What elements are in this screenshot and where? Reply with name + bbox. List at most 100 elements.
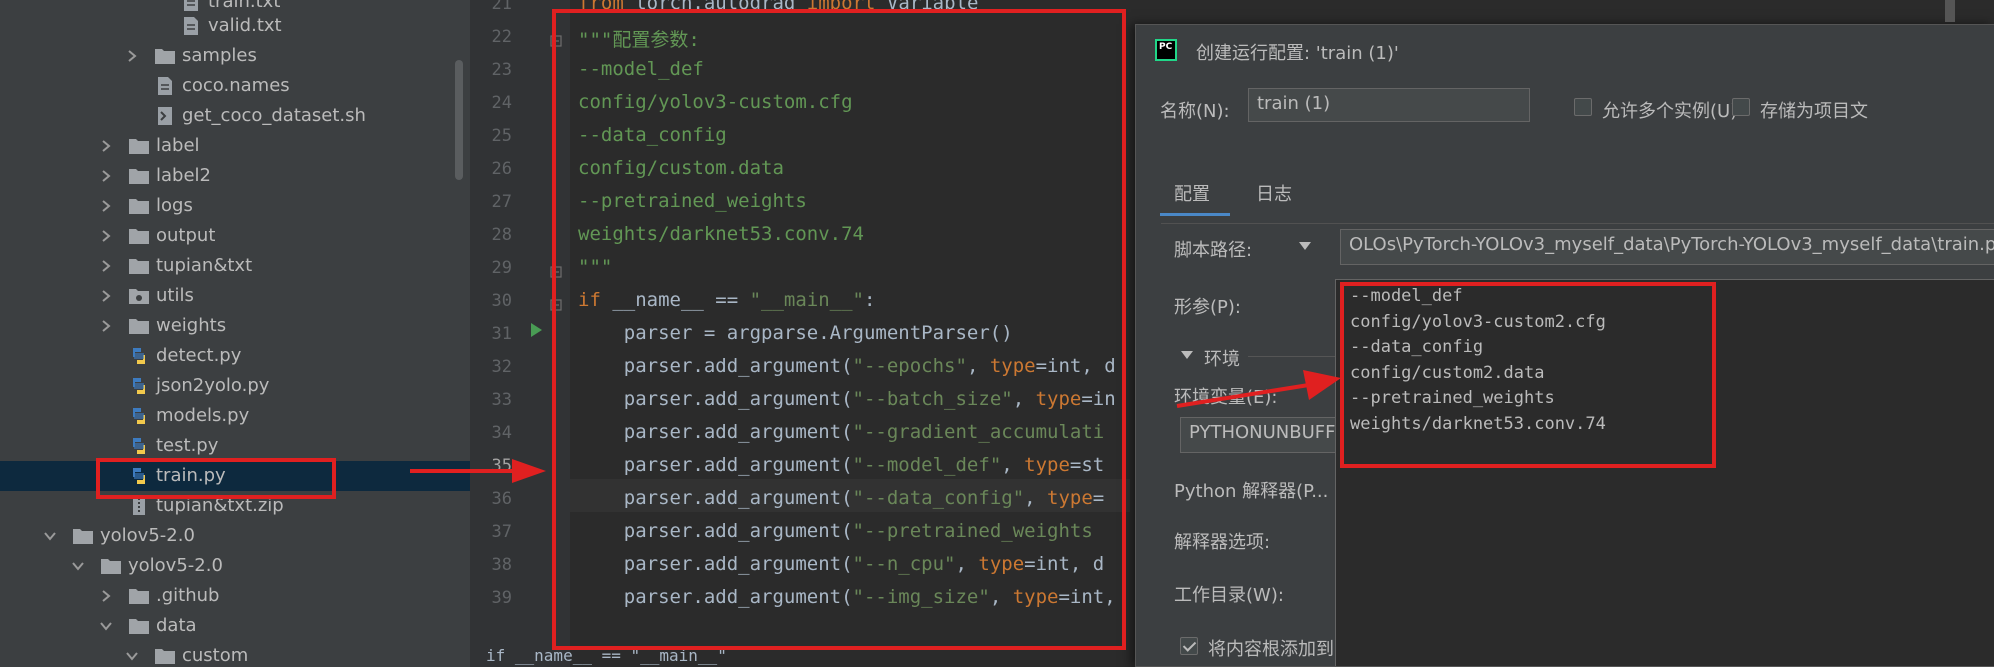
python-file-icon <box>128 405 150 427</box>
tree-file-item[interactable]: get_coco_dataset.sh <box>0 101 470 131</box>
tab-configuration[interactable]: 配置 <box>1174 180 1210 206</box>
tree-item-label: data <box>156 615 197 636</box>
line-number: 29 <box>491 258 512 278</box>
tree-file-item[interactable]: models.py <box>0 401 470 431</box>
tree-file-item[interactable]: coco.names <box>0 71 470 101</box>
tree-item-label: tupian&txt <box>156 255 253 276</box>
name-input[interactable]: train (1) <box>1248 88 1530 122</box>
line-number: 25 <box>491 126 512 146</box>
tree-item-label: yolov5-2.0 <box>128 555 223 576</box>
chevron-right-icon[interactable] <box>100 140 112 152</box>
tree-folder-item[interactable]: logs <box>0 191 470 221</box>
annotation-arrow-right <box>410 459 546 483</box>
folder-icon <box>154 45 176 67</box>
python-file-icon <box>128 375 150 397</box>
line-number: 32 <box>491 357 512 377</box>
script-path-input[interactable]: OLOs\PyTorch-YOLOv3_myself_data\PyTorch-… <box>1340 229 1994 265</box>
allow-parallel-checkbox[interactable] <box>1574 98 1592 116</box>
tree-item-label: coco.names <box>182 75 290 96</box>
run-gutter-icon[interactable] <box>528 322 544 338</box>
line-number: 24 <box>491 93 512 113</box>
tree-file-item[interactable]: test.py <box>0 431 470 461</box>
interpreter-label: Python 解释器(P... <box>1174 481 1329 502</box>
chevron-right-icon[interactable] <box>100 230 112 242</box>
line-number: 31 <box>491 324 512 344</box>
chevron-right-icon[interactable] <box>100 290 112 302</box>
text-file-icon <box>180 15 202 37</box>
line-number: 36 <box>491 489 512 509</box>
tree-folder-item[interactable]: samples <box>0 41 470 71</box>
add-content-roots-label: 将内容根添加到 <box>1208 639 1334 660</box>
tree-item-label: custom <box>182 645 249 666</box>
allow-parallel-label: 允许多个实例(U) <box>1602 101 1738 122</box>
tab-logs[interactable]: 日志 <box>1256 180 1292 206</box>
package-folder-icon <box>128 285 150 307</box>
parameters-label: 形参(P): <box>1174 297 1241 318</box>
chevron-right-icon[interactable] <box>100 200 112 212</box>
folder-icon <box>128 135 150 157</box>
tree-item-label: models.py <box>156 405 250 426</box>
tree-item-label: detect.py <box>156 345 242 366</box>
tree-folder-item[interactable]: label2 <box>0 161 470 191</box>
chevron-down-icon[interactable] <box>1298 241 1312 251</box>
folder-icon <box>128 255 150 277</box>
tree-folder-item[interactable]: data <box>0 611 470 641</box>
tree-folder-item[interactable]: yolov5-2.0 <box>0 551 470 581</box>
tree-item-label: utils <box>156 285 194 306</box>
chevron-down-icon[interactable] <box>72 560 84 572</box>
annotation-box-train-py <box>96 458 336 499</box>
chevron-down-icon[interactable] <box>100 620 112 632</box>
tree-item-label: output <box>156 225 216 246</box>
tree-folder-item[interactable]: weights <box>0 311 470 341</box>
annotation-arrow-params <box>1176 370 1341 408</box>
env-vars-input[interactable]: PYTHONUNBUFFE <box>1180 417 1350 453</box>
chevron-right-icon[interactable] <box>100 170 112 182</box>
tree-folder-item[interactable]: output <box>0 221 470 251</box>
line-number: 22 <box>491 27 512 47</box>
tree-folder-item[interactable]: .github <box>0 581 470 611</box>
folder-icon <box>128 615 150 637</box>
chevron-right-icon[interactable] <box>100 260 112 272</box>
chevron-right-icon[interactable] <box>100 590 112 602</box>
line-number: 21 <box>491 0 512 14</box>
chevron-down-icon[interactable] <box>44 530 56 542</box>
chevron-down-icon[interactable] <box>1180 350 1194 360</box>
folder-icon <box>128 195 150 217</box>
dialog-title: 创建运行配置: 'train (1)' <box>1196 43 1399 64</box>
tree-folder-item[interactable]: label <box>0 131 470 161</box>
folder-icon <box>154 645 176 667</box>
tree-folder-item[interactable]: custom <box>0 641 470 667</box>
tree-item-label: logs <box>156 195 193 216</box>
name-label: 名称(N): <box>1160 101 1230 122</box>
text-file-icon <box>154 75 176 97</box>
pycharm-logo-icon: PC <box>1155 39 1177 61</box>
chevron-down-icon[interactable] <box>126 650 138 662</box>
tree-scrollbar[interactable] <box>455 60 463 180</box>
tree-file-item[interactable]: detect.py <box>0 341 470 371</box>
line-number: 33 <box>491 390 512 410</box>
chevron-right-icon[interactable] <box>126 50 138 62</box>
store-as-project-label: 存储为项目文 <box>1760 101 1868 122</box>
folder-icon <box>128 165 150 187</box>
tree-file-item[interactable]: valid.txt <box>0 11 470 41</box>
line-number: 23 <box>491 60 512 80</box>
tree-item-label: valid.txt <box>208 15 282 36</box>
folder-icon <box>128 315 150 337</box>
tree-item-label: get_coco_dataset.sh <box>182 105 366 126</box>
tree-folder-item[interactable]: utils <box>0 281 470 311</box>
python-file-icon <box>128 345 150 367</box>
tree-folder-item[interactable]: yolov5-2.0 <box>0 521 470 551</box>
shell-script-icon <box>154 105 176 127</box>
tree-item-label: samples <box>182 45 257 66</box>
tree-item-label: test.py <box>156 435 219 456</box>
add-content-roots-checkbox[interactable] <box>1180 637 1198 655</box>
chevron-right-icon[interactable] <box>100 320 112 332</box>
active-tab-indicator <box>1160 213 1230 216</box>
folder-icon <box>100 555 122 577</box>
tree-folder-item[interactable]: tupian&txt <box>0 251 470 281</box>
tree-file-item[interactable]: json2yolo.py <box>0 371 470 401</box>
store-as-project-checkbox[interactable] <box>1732 98 1750 116</box>
project-tree: train.txt valid.txt samples coco.names get_c… <box>0 0 470 667</box>
section-divider <box>1248 356 1338 357</box>
line-number: 26 <box>491 159 512 179</box>
